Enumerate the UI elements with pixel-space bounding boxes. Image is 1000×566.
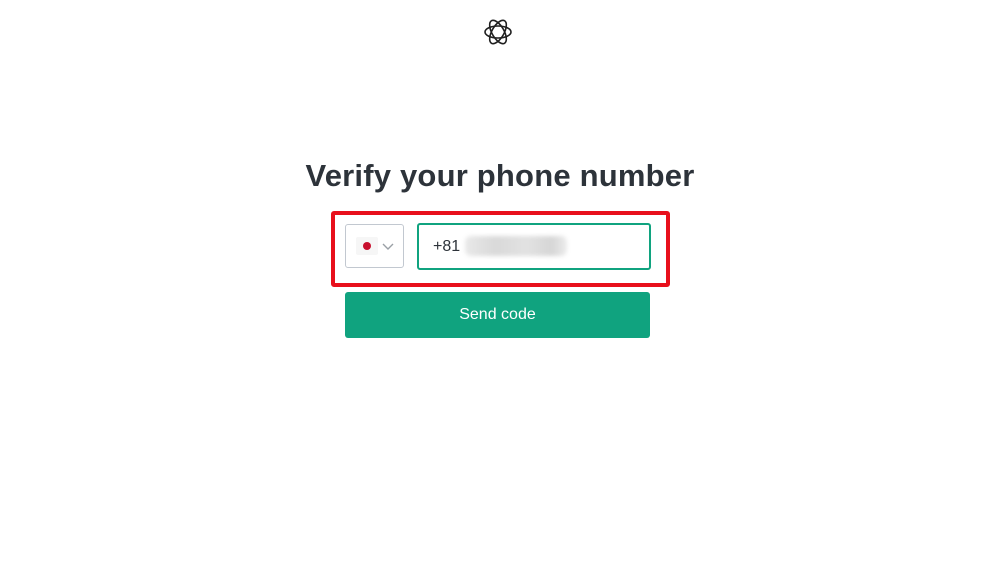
dial-code-prefix: +81 — [433, 238, 461, 255]
phone-number-input[interactable]: +81 — [417, 223, 651, 270]
country-code-select[interactable] — [345, 224, 404, 268]
openai-logo-icon — [481, 15, 515, 49]
verify-phone-page: Verify your phone number +81 Send code — [0, 0, 1000, 566]
flag-red-circle — [363, 242, 371, 250]
redacted-phone-number — [465, 236, 567, 256]
page-title: Verify your phone number — [305, 158, 695, 193]
send-code-button[interactable]: Send code — [345, 292, 650, 338]
chevron-down-icon — [381, 240, 395, 252]
japan-flag-icon — [356, 237, 378, 255]
